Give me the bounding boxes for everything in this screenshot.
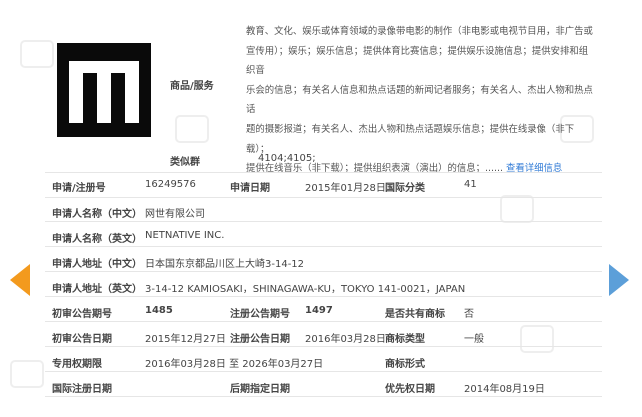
goods-line: 教育、文化、娱乐或体育领域的录像带电影的制作（非电影或电视节目用，非广告或 [246,26,593,37]
similar-group-value: 4104;4105; [258,153,316,164]
address-cn-label: 申请人地址（中文） [52,259,142,270]
exclusive-value: 2016年03月28日 至 2026年03月27日 [145,359,324,370]
priority-date-label: 优先权日期 [385,384,435,395]
reg-pub-no-value: 1497 [305,305,333,316]
prev-arrow-icon[interactable] [10,264,30,296]
address-en-label: 申请人地址（英文） [52,284,142,295]
tm-form-label: 商标形式 [385,359,425,370]
prelim-date-value: 2015年12月27日 [145,334,226,345]
applicant-cn-value: 网世有限公司 [145,209,205,220]
intl-class-value: 41 [464,179,477,190]
prelim-date-label: 初审公告日期 [52,334,112,345]
later-date-label: 后期指定日期 [230,384,290,395]
similar-group-label: 类似群 [170,157,200,168]
prelim-no-value: 1485 [145,305,173,316]
address-en-value: 3-14-12 KAMIOSAKI，SHINAGAWA-KU，TOKYO 141… [145,284,466,295]
shared-value: 否 [464,309,474,320]
reg-no-value: 16249576 [145,179,196,190]
intl-reg-date-label: 国际注册日期 [52,384,112,395]
goods-label: 商品/服务 [170,81,214,92]
tm-type-label: 商标类型 [385,334,425,345]
address-cn-value: 日本国东京都品川区上大崎3-14-12 [145,259,305,270]
goods-line: 宣传用）；娱乐；娱乐信息；提供体育比赛信息；提供娱乐设施信息；提供安排和组织音 [246,45,589,77]
reg-pub-date-label: 注册公告日期 [230,334,290,345]
prelim-no-label: 初审公告期号 [52,309,112,320]
app-date-value: 2015年01月28日 [305,183,386,194]
logo-glyph [69,61,139,123]
next-arrow-icon[interactable] [609,264,629,296]
trademark-logo [57,43,151,137]
tm-type-value: 一般 [464,334,484,345]
reg-no-label: 申请/注册号 [52,183,106,194]
app-date-label: 申请日期 [230,183,270,194]
watermark-shape [20,40,54,68]
watermark-shape [10,360,44,388]
reg-pub-no-label: 注册公告期号 [230,309,290,320]
table-row [45,347,602,372]
intl-class-label: 国际分类 [385,183,425,194]
priority-date-value: 2014年08月19日 [464,384,545,395]
applicant-en-value: NETNATIVE INC. [145,230,225,241]
applicant-en-label: 申请人名称（英文） [52,234,142,245]
watermark-shape [175,115,209,143]
applicant-cn-label: 申请人名称（中文） [52,209,142,220]
reg-pub-date-value: 2016年03月28日 [305,334,386,345]
exclusive-label: 专用权期限 [52,359,102,370]
shared-label: 是否共有商标 [385,309,445,320]
goods-line: 乐会的信息；有关名人信息和热点话题的新闻记者服务；有关名人、杰出人物和热点话 [246,84,593,116]
